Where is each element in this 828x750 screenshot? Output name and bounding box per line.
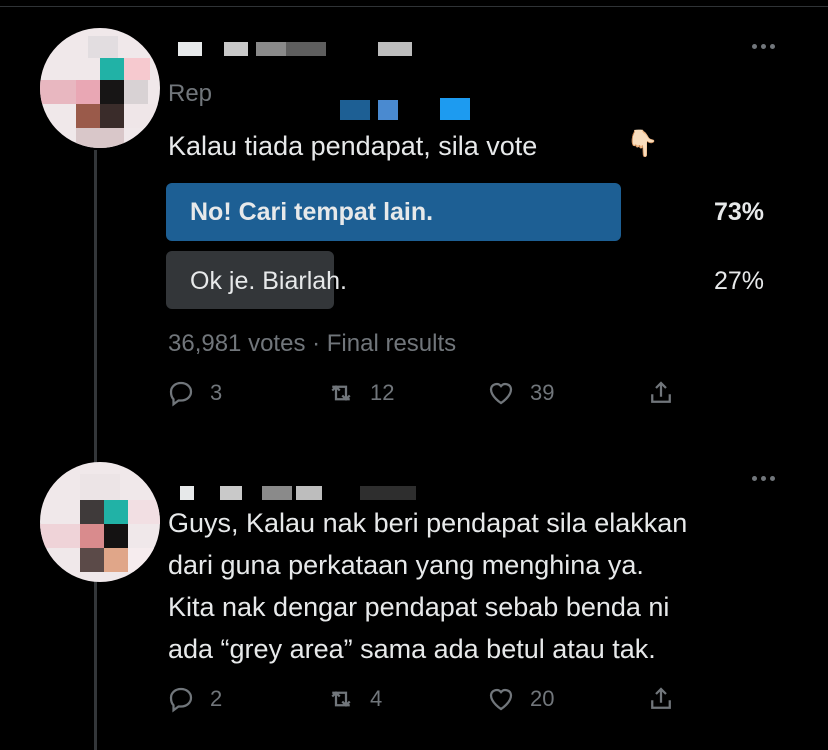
share-button[interactable] <box>646 684 676 714</box>
retweet-icon <box>331 691 351 707</box>
share-button[interactable] <box>646 378 676 408</box>
retweet-count: 12 <box>370 380 395 405</box>
redacted-display-name <box>286 42 326 56</box>
like-count: 39 <box>530 380 555 405</box>
reply-button[interactable]: 3 <box>166 378 222 408</box>
retweet-button[interactable]: 4 <box>326 684 382 714</box>
more-options-icon[interactable] <box>752 40 782 52</box>
like-button[interactable]: 20 <box>486 684 554 714</box>
poll-results-meta: 36,981 votes · Final results <box>168 330 457 357</box>
poll-option-percent: 27% <box>713 267 764 295</box>
tweet-text-line: Guys, Kalau nak beri pendapat sila elakk… <box>168 508 688 538</box>
heart-icon <box>489 688 513 711</box>
redacted-display-name <box>256 42 286 56</box>
thread-connector-line <box>94 150 97 750</box>
tweet-text-line: ada “grey area” sama ada betul atau tak. <box>168 634 656 664</box>
redacted-display-name <box>180 486 194 500</box>
redacted-display-name <box>224 42 248 56</box>
tweet-text-line: Kita nak dengar pendapat sebab benda ni <box>168 592 670 622</box>
redacted-display-name <box>262 486 292 500</box>
retweet-count: 4 <box>370 686 383 711</box>
redacted-display-name <box>296 486 322 500</box>
reply-button[interactable]: 2 <box>166 684 222 714</box>
poll-option-percent: 73% <box>713 198 764 226</box>
redacted-display-name <box>178 42 202 56</box>
reply-count: 2 <box>210 686 223 711</box>
retweet-icon <box>331 385 351 401</box>
like-count: 20 <box>530 686 555 711</box>
like-button[interactable]: 39 <box>486 378 554 408</box>
redacted-replying-handle <box>340 100 370 120</box>
heart-icon <box>489 382 513 405</box>
tweet-text: Kalau tiada pendapat, sila vote <box>168 131 538 161</box>
redacted-replying-handle <box>378 100 398 120</box>
poll-option-label: Ok je. Biarlah. <box>190 267 348 295</box>
reply-count: 3 <box>210 380 223 405</box>
reply-icon <box>169 381 193 407</box>
poll-option-label: No! Cari tempat lain. <box>190 198 434 226</box>
pointing-down-emoji: 👇🏻 <box>626 128 659 158</box>
top-divider <box>0 6 828 7</box>
retweet-button[interactable]: 12 <box>326 378 394 408</box>
replying-to-label: Rep <box>168 80 213 107</box>
redacted-replying-handle <box>440 98 470 120</box>
avatar[interactable] <box>40 28 160 148</box>
reply-icon <box>169 687 193 713</box>
redacted-handle <box>360 486 416 500</box>
tweet-text-line: dari guna perkataan yang menghina ya. <box>168 550 644 580</box>
avatar[interactable] <box>40 462 160 582</box>
more-options-icon[interactable] <box>752 472 782 484</box>
redacted-display-name <box>220 486 242 500</box>
share-icon <box>651 381 671 403</box>
share-icon <box>651 687 671 709</box>
redacted-handle <box>378 42 412 56</box>
